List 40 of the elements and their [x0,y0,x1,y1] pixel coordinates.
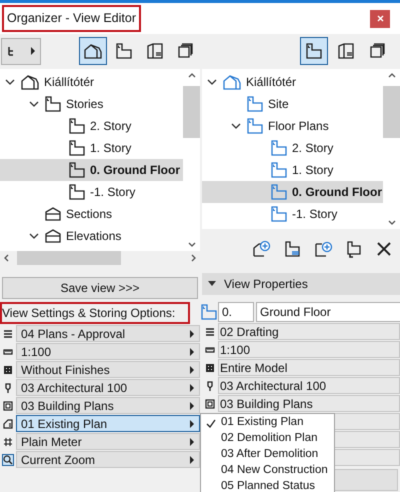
tree-item[interactable]: Kiállítótér [202,71,383,93]
save-view-button[interactable]: Save view >>> [2,277,198,299]
window-title: Organizer - View Editor [2,5,141,32]
tree-item[interactable]: 0. Ground Floor [202,181,383,203]
view-id-field[interactable]: 0. [218,302,254,322]
settings-dropdown[interactable]: Plain Meter [16,433,200,450]
settings-dropdown[interactable]: 03 Building Plans [16,397,200,414]
menu-item[interactable]: 03 After Demolition [201,447,334,463]
tree-item[interactable]: Kiállítótér [0,71,183,93]
settings-dropdown[interactable]: 1:100 [16,343,200,360]
menu-item[interactable]: 04 New Construction [201,463,334,479]
property-field[interactable]: 03 Building Plans [218,395,400,412]
menu-item[interactable]: 05 Planned Status [201,479,334,492]
settings-dropdown[interactable]: 03 Architectural 100 [16,379,200,396]
property-field[interactable]: Entire Model [218,359,400,376]
tree-item[interactable]: -1. Story [202,203,383,225]
tree-item[interactable]: 1. Story [0,137,183,159]
panel-title: View Properties [224,276,308,293]
settings-dropdown[interactable]: Current Zoom [16,451,200,468]
tree-item[interactable]: 1. Story [202,159,383,181]
menu-item[interactable]: 01 Existing Plan [201,415,334,431]
settings-dropdown[interactable]: 01 Existing Plan [16,415,200,432]
settings-dropdown[interactable]: Without Finishes [16,361,200,378]
panel-header[interactable]: View Properties [202,273,400,295]
property-field[interactable]: 03 Architectural 100 [218,377,400,394]
property-field[interactable]: 02 Drafting [218,323,400,340]
tree-item[interactable]: Sections [0,203,183,225]
view-name-field[interactable]: Ground Floor [256,302,400,322]
settings-dropdown[interactable]: 04 Plans - Approval [16,325,200,342]
tree-item[interactable]: -1. Story [0,181,183,203]
settings-label: View Settings & Storing Options: [2,305,176,322]
tree-item[interactable]: 2. Story [0,115,183,137]
tree-item[interactable]: Floor Plans [202,115,383,137]
property-field[interactable]: 1:100 [218,341,400,358]
tree-item[interactable]: 2. Story [202,137,383,159]
menu-item[interactable]: 02 Demolition Plan [201,431,334,447]
tree-item[interactable]: Site [202,93,383,115]
tree-item[interactable]: Elevations [0,225,183,247]
tree-item[interactable]: 0. Ground Floor [0,159,183,181]
tree-item[interactable]: Stories [0,93,183,115]
